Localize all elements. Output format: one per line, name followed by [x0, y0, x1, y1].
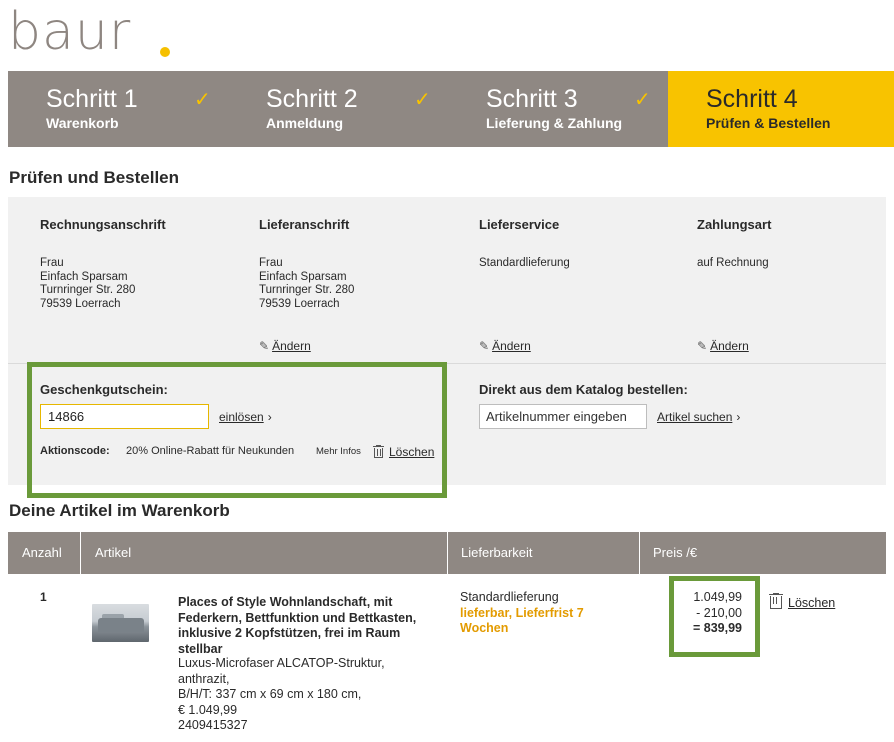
shipping-line: Einfach Sparsam: [259, 270, 347, 283]
cart-heading: Deine Artikel im Warenkorb: [9, 501, 230, 520]
edit-label: Ändern: [492, 339, 531, 353]
delete-item-button[interactable]: Löschen: [769, 593, 835, 610]
delivery-type: Standardlieferung: [460, 590, 559, 604]
article-number-input[interactable]: Artikelnummer eingeben: [479, 404, 647, 429]
column-header-quantity: Anzahl: [8, 532, 81, 574]
step-title: Schritt 1: [46, 85, 138, 113]
edit-label: Ändern: [272, 339, 311, 353]
baur-logo[interactable]: baur: [8, 2, 170, 62]
logo-dot: [160, 47, 170, 57]
step-1[interactable]: Schritt 1 Warenkorb ✓: [8, 71, 228, 147]
highlight-box-price: [669, 576, 760, 657]
edit-payment-link[interactable]: ✎ Ändern: [697, 339, 749, 353]
checkmark-icon: ✓: [414, 89, 431, 111]
shipping-line: Turnringer Str. 280: [259, 284, 355, 296]
search-article-link[interactable]: Artikel suchen ›: [657, 410, 740, 424]
billing-heading: Rechnungsanschrift: [40, 217, 166, 232]
product-title[interactable]: Places of Style Wohnlandschaft, mit Fede…: [178, 595, 440, 657]
edit-service-link[interactable]: ✎ Ändern: [479, 339, 531, 353]
billing-line: 79539 Loerrach: [40, 297, 121, 310]
column-header-availability: Lieferbarkeit: [448, 532, 640, 574]
payment-value: auf Rechnung: [697, 257, 769, 269]
step-title: Schritt 2: [266, 85, 358, 113]
product-detail-line: anthrazit,: [178, 671, 230, 686]
pencil-icon: ✎: [259, 339, 270, 353]
chevron-right-icon: ›: [736, 410, 741, 424]
pencil-icon: ✎: [479, 339, 490, 353]
billing-line: Frau: [40, 257, 64, 269]
step-title: Schritt 4: [706, 85, 798, 113]
shipping-lines: Frau Einfach Sparsam Turnringer Str. 280…: [259, 257, 354, 311]
highlight-box-voucher: [27, 362, 447, 498]
service-value: Standardlieferung: [479, 257, 570, 269]
pencil-icon: ✎: [697, 339, 708, 353]
item-quantity: 1: [40, 590, 47, 604]
step-3[interactable]: Schritt 3 Lieferung & Zahlung ✓: [448, 71, 668, 147]
checkmark-icon: ✓: [194, 89, 211, 111]
shipping-heading: Lieferanschrift: [259, 217, 350, 232]
trash-icon: [769, 593, 783, 609]
column-header-article: Artikel: [81, 532, 448, 574]
billing-line: Turnringer Str. 280: [40, 284, 136, 296]
column-header-price: Preis /€: [653, 545, 698, 560]
step-subtitle: Warenkorb: [46, 115, 119, 131]
step-2[interactable]: Schritt 2 Anmeldung ✓: [228, 71, 448, 147]
step-4-active: Schritt 4 Prüfen & Bestellen: [668, 71, 894, 147]
step-subtitle: Prüfen & Bestellen: [706, 115, 831, 131]
cart-table-header: Anzahl Artikel Lieferbarkeit Preis /€: [8, 532, 886, 574]
product-detail-line: Luxus-Microfaser ALCATOP-Struktur,: [178, 656, 385, 670]
product-thumbnail[interactable]: [92, 604, 149, 642]
edit-shipping-link[interactable]: ✎ Ändern: [259, 339, 311, 353]
logo-text: baur: [8, 2, 132, 62]
billing-lines: Frau Einfach Sparsam Turnringer Str. 280…: [40, 257, 135, 311]
product-detail-line: 2409415327: [178, 718, 248, 732]
availability-status: lieferbar, Lieferfrist 7 Wochen: [460, 605, 584, 636]
delete-label: Löschen: [788, 596, 836, 610]
checkmark-icon: ✓: [634, 89, 651, 111]
order-summary: Rechnungsanschrift Frau Einfach Sparsam …: [8, 197, 886, 363]
step-title: Schritt 3: [486, 85, 578, 113]
payment-heading: Zahlungsart: [697, 217, 772, 232]
service-heading: Lieferservice: [479, 217, 560, 232]
item-delivery: Standardlieferung lieferbar, Lieferfrist…: [460, 590, 630, 637]
step-subtitle: Lieferung & Zahlung: [486, 115, 623, 131]
checkout-steps: Schritt 1 Warenkorb ✓ Schritt 2 Anmeldun…: [8, 71, 894, 147]
product-details: Luxus-Microfaser ALCATOP-Struktur, anthr…: [178, 656, 440, 734]
step-subtitle: Anmeldung: [266, 115, 343, 131]
search-article-label: Artikel suchen: [657, 410, 733, 424]
product-detail-line: B/H/T: 337 cm x 69 cm x 180 cm,: [178, 687, 362, 701]
shipping-line: Frau: [259, 257, 283, 269]
product-detail-line: € 1.049,99: [178, 702, 238, 717]
catalog-heading: Direkt aus dem Katalog bestellen:: [479, 382, 688, 397]
edit-label: Ändern: [710, 339, 749, 353]
page-title: Prüfen und Bestellen: [9, 168, 180, 187]
shipping-line: 79539 Loerrach: [259, 297, 340, 310]
billing-line: Einfach Sparsam: [40, 270, 128, 283]
